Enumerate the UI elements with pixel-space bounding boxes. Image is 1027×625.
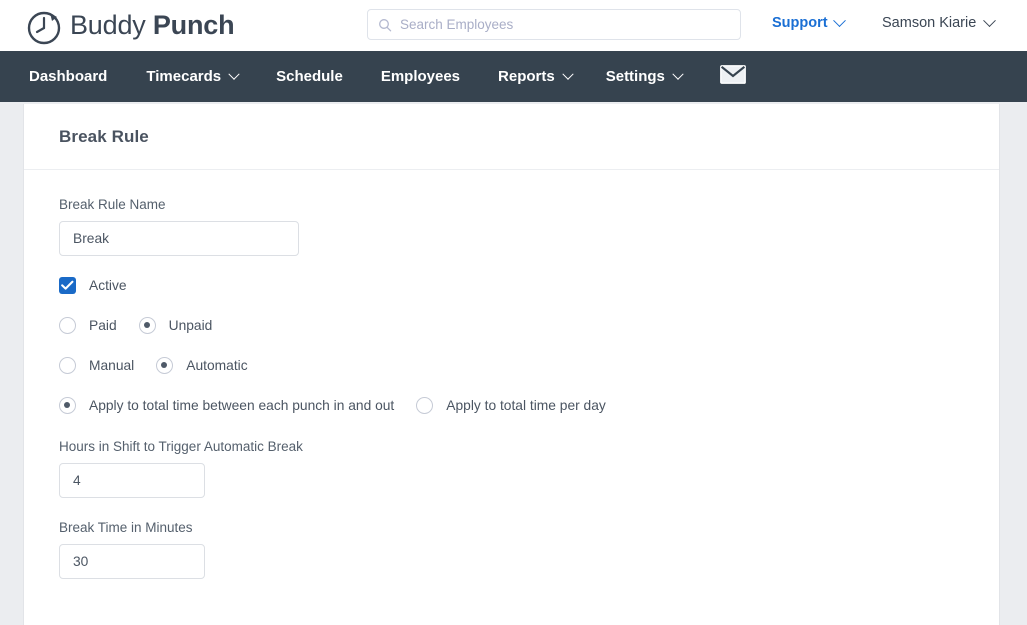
hours-trigger-input[interactable]: 4 xyxy=(59,463,205,498)
mode-radio-group: Manual Automatic xyxy=(59,357,964,374)
hours-trigger-value: 4 xyxy=(73,473,81,488)
envelope-icon xyxy=(720,64,746,89)
user-account-menu[interactable]: Samson Kiarie xyxy=(882,13,997,31)
nav-label-settings: Settings xyxy=(605,68,665,85)
brand-logo[interactable]: Buddy Punch xyxy=(22,0,235,51)
radio-option-apply-per-day[interactable]: Apply to total time per day xyxy=(416,397,606,414)
nav-item-timecards[interactable]: Timecards xyxy=(146,51,240,102)
radio-option-manual[interactable]: Manual xyxy=(59,357,134,374)
nav-item-reports[interactable]: Reports xyxy=(498,51,574,102)
clock-logo-icon xyxy=(22,3,68,49)
user-name-label: Samson Kiarie xyxy=(882,15,977,31)
active-checkbox[interactable] xyxy=(59,277,76,294)
radio-option-unpaid[interactable]: Unpaid xyxy=(138,317,213,334)
break-rule-card: Break Rule Break Rule Name Break Active xyxy=(23,104,1000,625)
nav-item-settings[interactable]: Settings xyxy=(605,51,684,102)
field-break-minutes: Break Time in Minutes 30 xyxy=(59,520,964,579)
radio-label-automatic: Automatic xyxy=(186,358,248,373)
radio-option-paid[interactable]: Paid xyxy=(59,317,117,334)
break-rule-name-input[interactable]: Break xyxy=(59,221,299,256)
radio-option-automatic[interactable]: Automatic xyxy=(156,357,248,374)
support-label: Support xyxy=(772,15,828,31)
nav-item-schedule[interactable]: Schedule xyxy=(276,51,343,102)
nav-item-employees[interactable]: Employees xyxy=(381,51,460,102)
break-minutes-value: 30 xyxy=(73,554,89,569)
chevron-down-icon xyxy=(832,13,846,27)
nav-label-dashboard: Dashboard xyxy=(29,68,108,85)
radio-manual-control[interactable] xyxy=(59,357,76,374)
support-menu[interactable]: Support xyxy=(772,13,846,31)
chevron-down-icon xyxy=(228,68,240,80)
nav-label-schedule: Schedule xyxy=(276,68,343,85)
search-input[interactable]: Search Employees xyxy=(367,9,741,40)
search-placeholder: Search Employees xyxy=(400,16,514,32)
card-body: Break Rule Name Break Active Paid Unpaid… xyxy=(24,170,999,579)
field-label-break-rule-name: Break Rule Name xyxy=(59,197,166,212)
break-minutes-input[interactable]: 30 xyxy=(59,544,205,579)
field-label-break-minutes: Break Time in Minutes xyxy=(59,520,193,535)
chevron-down-icon xyxy=(672,68,684,80)
radio-label-unpaid: Unpaid xyxy=(168,318,213,333)
card-header: Break Rule xyxy=(24,104,999,170)
apply-to-radio-group: Apply to total time between each punch i… xyxy=(59,397,964,414)
chevron-down-icon xyxy=(983,13,997,27)
chevron-down-icon xyxy=(562,68,574,80)
radio-automatic-control[interactable] xyxy=(156,357,174,374)
field-break-rule-name: Break Rule Name Break xyxy=(59,197,964,256)
active-checkbox-label: Active xyxy=(89,278,127,293)
radio-label-manual: Manual xyxy=(89,358,135,373)
radio-label-apply-per-punch: Apply to total time between each punch i… xyxy=(89,398,395,413)
app-root: Buddy Punch Search Employees Support Sam… xyxy=(0,0,1027,625)
nav-label-timecards: Timecards xyxy=(146,68,222,85)
radio-label-apply-per-day: Apply to total time per day xyxy=(446,398,606,413)
radio-paid-control[interactable] xyxy=(59,317,76,334)
nav-label-reports: Reports xyxy=(498,68,555,85)
nav-label-employees: Employees xyxy=(380,68,461,85)
radio-apply-per-punch-control[interactable] xyxy=(59,397,76,414)
brand-name-light: Buddy xyxy=(70,10,146,40)
messages-button[interactable] xyxy=(720,51,746,102)
brand-name: Buddy Punch xyxy=(70,10,235,41)
radio-apply-per-day-control[interactable] xyxy=(416,397,434,414)
radio-unpaid-control[interactable] xyxy=(138,317,156,334)
top-header: Buddy Punch Search Employees Support Sam… xyxy=(0,0,1027,51)
break-rule-name-value: Break xyxy=(73,231,110,246)
field-hours-trigger: Hours in Shift to Trigger Automatic Brea… xyxy=(59,439,964,498)
field-label-hours-trigger: Hours in Shift to Trigger Automatic Brea… xyxy=(59,439,303,454)
active-checkbox-row: Active xyxy=(59,277,964,294)
radio-option-apply-per-punch[interactable]: Apply to total time between each punch i… xyxy=(59,397,394,414)
pay-type-radio-group: Paid Unpaid xyxy=(59,317,964,334)
radio-label-paid: Paid xyxy=(89,318,117,333)
nav-item-dashboard[interactable]: Dashboard xyxy=(29,51,107,102)
brand-name-bold: Punch xyxy=(152,10,235,40)
page-title: Break Rule xyxy=(59,126,149,146)
main-navbar: Dashboard Timecards Schedule Employees R… xyxy=(0,51,1027,102)
search-icon xyxy=(378,18,392,32)
